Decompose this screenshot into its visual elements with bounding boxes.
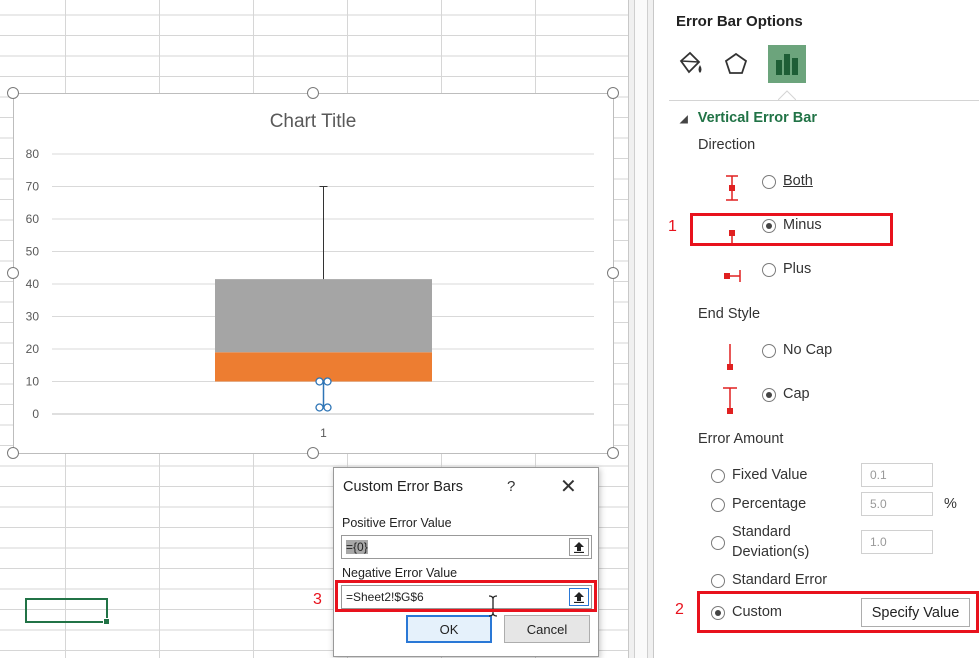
y-tick-label: 80 (26, 147, 40, 161)
y-tick-label: 30 (26, 310, 40, 324)
help-button[interactable]: ? (507, 478, 515, 495)
cap-icon (723, 387, 737, 414)
custom-error-bars-dialog: Custom Error Bars ? ✕ Positive Error Val… (333, 467, 599, 657)
negative-error-label: Negative Error Value (342, 566, 458, 580)
chart-svg: Chart Title 0 10 20 30 40 50 60 70 80 1 (26, 111, 594, 440)
highlight-custom (697, 591, 979, 633)
collapse-triangle-icon: ◢ (680, 114, 688, 125)
plus-direction-icon (724, 270, 741, 282)
direction-both-label[interactable]: Both (783, 173, 813, 189)
end-style-cap-label[interactable]: Cap (783, 386, 810, 402)
resize-handle-tl[interactable] (7, 87, 19, 99)
close-button[interactable]: ✕ (560, 474, 577, 499)
positive-range-picker[interactable] (569, 538, 589, 556)
error-bar-selection-handle (323, 377, 332, 386)
percentage-label[interactable]: Percentage (732, 496, 806, 512)
section-title: Vertical Error Bar (697, 110, 817, 126)
direction-both-radio[interactable] (762, 175, 776, 189)
fixed-value-label[interactable]: Fixed Value (732, 467, 808, 483)
fill-line-tab[interactable] (671, 45, 709, 83)
standard-deviation-input[interactable]: 1.0 (861, 530, 933, 554)
positive-error-label: Positive Error Value (342, 516, 452, 530)
paint-bucket-icon (679, 51, 702, 74)
error-bar-options-tab[interactable] (768, 45, 806, 83)
direction-label: Direction (698, 137, 756, 153)
resize-handle-tm[interactable] (307, 87, 319, 99)
pentagon-icon (724, 52, 748, 74)
resize-handle-tr[interactable] (607, 87, 619, 99)
resize-handle-bl[interactable] (7, 447, 19, 459)
end-style-no-cap-label[interactable]: No Cap (783, 342, 832, 358)
error-bar-selection-handle (315, 403, 324, 412)
bar-chart-icon (776, 54, 798, 75)
annotation-2: 2 (675, 601, 684, 618)
resize-handle-bm[interactable] (307, 447, 319, 459)
error-bar-selection-handle (323, 403, 332, 412)
standard-error-label[interactable]: Standard Error (732, 572, 827, 588)
chart-area[interactable]: Chart Title 0 10 20 30 40 50 60 70 80 1 (13, 93, 614, 454)
fixed-value-radio[interactable] (711, 469, 725, 483)
end-style-no-cap-radio[interactable] (762, 344, 776, 358)
dialog-title: Custom Error Bars (343, 479, 464, 495)
standard-deviation-label-1[interactable]: Standard (732, 524, 791, 540)
resize-handle-br[interactable] (607, 447, 619, 459)
selected-cell[interactable] (25, 598, 110, 625)
y-tick-label: 0 (32, 407, 39, 421)
direction-plus-label[interactable]: Plus (783, 261, 811, 277)
error-bar-selection-handle (315, 377, 324, 386)
percentage-unit: % (944, 496, 957, 512)
pane-splitter[interactable] (628, 0, 654, 658)
panel-title: Error Bar Options (676, 13, 803, 30)
section-header-vertical-error-bar[interactable]: ◢ Vertical Error Bar (680, 110, 817, 126)
cancel-button[interactable]: Cancel (504, 615, 590, 643)
annotation-3: 3 (313, 591, 322, 608)
standard-deviation-radio[interactable] (711, 536, 725, 550)
no-cap-icon (727, 344, 733, 370)
resize-handle-mr[interactable] (607, 267, 619, 279)
resize-handle-ml[interactable] (7, 267, 19, 279)
both-direction-icon (726, 175, 738, 201)
x-tick-label: 1 (320, 426, 327, 440)
bar-segment-2 (215, 279, 432, 353)
upload-arrow-icon (574, 542, 584, 553)
tab-separator (669, 100, 979, 101)
direction-plus-radio[interactable] (762, 263, 776, 277)
end-style-cap-radio[interactable] (762, 388, 776, 402)
chart-title: Chart Title (270, 111, 357, 132)
y-tick-label: 10 (26, 375, 40, 389)
format-error-bars-panel: Error Bar Options ◢ Vertical Error Bar Di… (655, 0, 979, 658)
bar-segment-1 (215, 352, 432, 382)
standard-deviation-label-2[interactable]: Deviation(s) (732, 544, 809, 560)
highlight-negative-value (335, 580, 597, 612)
error-amount-label: Error Amount (698, 431, 784, 447)
end-style-label: End Style (698, 306, 761, 322)
effects-tab[interactable] (717, 45, 755, 83)
y-tick-label: 60 (26, 212, 40, 226)
highlight-minus (690, 213, 893, 246)
positive-error-value: ={0} (346, 540, 368, 554)
y-tick-label: 40 (26, 277, 40, 291)
percentage-radio[interactable] (711, 498, 725, 512)
percentage-input[interactable]: 5.0 (861, 492, 933, 516)
y-tick-label: 20 (26, 342, 40, 356)
fixed-value-input[interactable]: 0.1 (861, 463, 933, 487)
ok-button[interactable]: OK (406, 615, 492, 643)
y-tick-label: 50 (26, 245, 40, 259)
y-tick-label: 70 (26, 180, 40, 194)
vertical-scrollbar[interactable] (634, 0, 648, 658)
positive-error-input[interactable]: ={0} (341, 535, 592, 559)
annotation-1: 1 (668, 218, 677, 235)
standard-error-radio[interactable] (711, 574, 725, 588)
